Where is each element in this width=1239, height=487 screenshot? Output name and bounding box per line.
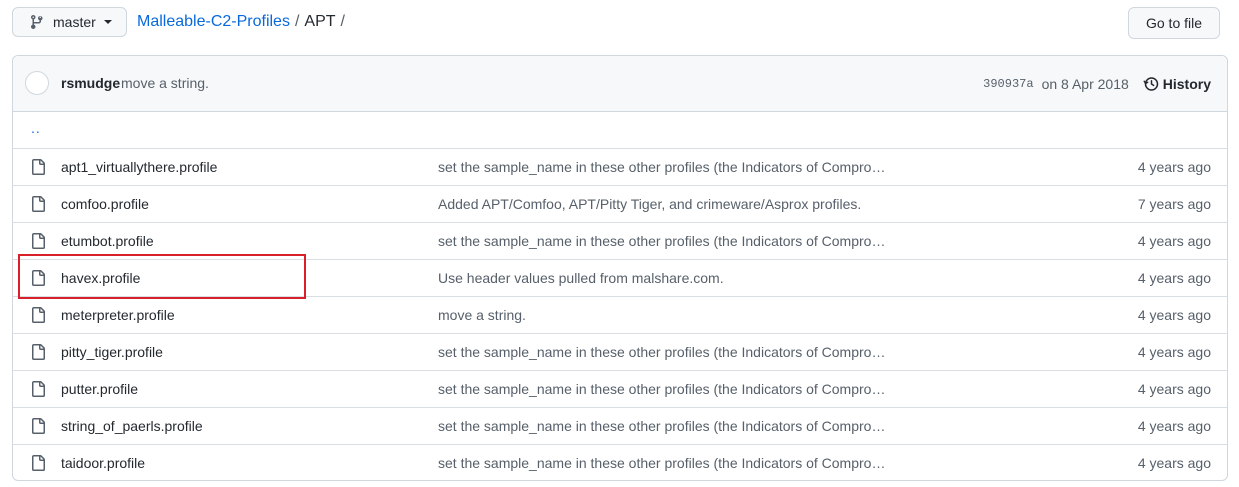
latest-commit-bar: rsmudge move a string. 390937a on 8 Apr … <box>13 56 1227 112</box>
file-name-link[interactable]: taidoor.profile <box>61 455 145 471</box>
file-icon <box>32 307 45 323</box>
file-commit-message[interactable]: Use header values pulled from malshare.c… <box>438 270 724 286</box>
file-name-link[interactable]: meterpreter.profile <box>61 307 175 323</box>
file-row[interactable]: havex.profile Use header values pulled fr… <box>13 259 1227 296</box>
file-icon <box>32 159 45 175</box>
breadcrumb-separator: / <box>294 13 300 30</box>
file-name-link[interactable]: string_of_paerls.profile <box>61 418 203 434</box>
file-commit-message[interactable]: Added APT/Comfoo, APT/Pitty Tiger, and c… <box>438 196 861 212</box>
branch-select-button[interactable]: master <box>12 7 127 37</box>
history-icon <box>1143 76 1159 91</box>
breadcrumb-repo-link[interactable]: Malleable-C2-Profiles <box>137 13 290 31</box>
file-commit-message[interactable]: set the sample_name in these other profi… <box>438 233 885 249</box>
file-row[interactable]: putter.profile set the sample_name in the… <box>13 370 1227 407</box>
branch-label: master <box>53 14 96 30</box>
go-to-file-button[interactable]: Go to file <box>1128 7 1220 39</box>
file-age: 4 years ago <box>1137 307 1211 323</box>
file-age: 4 years ago <box>1137 381 1211 397</box>
file-icon <box>32 196 45 212</box>
file-row[interactable]: string_of_paerls.profile set the sample_n… <box>13 407 1227 444</box>
history-label: History <box>1162 75 1211 92</box>
file-age: 4 years ago <box>1137 455 1211 471</box>
file-name-link[interactable]: comfoo.profile <box>61 196 149 212</box>
file-age: 4 years ago <box>1137 418 1211 434</box>
file-name-link[interactable]: putter.profile <box>61 381 138 397</box>
commit-sha[interactable]: 390937a <box>983 77 1033 91</box>
file-commit-message[interactable]: set the sample_name in these other profi… <box>438 418 885 434</box>
file-row[interactable]: meterpreter.profile move a string. 4 years… <box>13 296 1227 333</box>
file-commit-message[interactable]: set the sample_name in these other profi… <box>438 159 885 175</box>
commit-author[interactable]: rsmudge <box>61 75 120 91</box>
file-icon <box>32 344 45 360</box>
avatar[interactable] <box>25 71 49 95</box>
file-age: 4 years ago <box>1137 159 1211 175</box>
parent-directory-row[interactable]: .. <box>13 112 1227 148</box>
file-name-link[interactable]: etumbot.profile <box>61 233 154 249</box>
commit-meta: 390937a on 8 Apr 2018 History <box>983 56 1211 111</box>
history-link[interactable]: History <box>1143 76 1211 92</box>
file-row[interactable]: pitty_tiger.profile set the sample_name i… <box>13 333 1227 370</box>
file-name-link[interactable]: apt1_virtuallythere.profile <box>61 159 217 175</box>
file-age: 4 years ago <box>1137 270 1211 286</box>
file-age: 4 years ago <box>1137 233 1211 249</box>
file-icon <box>32 270 45 286</box>
file-row[interactable]: etumbot.profile set the sample_name in th… <box>13 222 1227 259</box>
repo-toolbar: master Malleable-C2-Profiles / APT / Go … <box>12 7 1220 39</box>
file-commit-message[interactable]: set the sample_name in these other profi… <box>438 455 885 471</box>
breadcrumb-separator: / <box>340 13 345 30</box>
file-commit-message[interactable]: set the sample_name in these other profi… <box>438 381 885 397</box>
breadcrumb: Malleable-C2-Profiles / APT / <box>137 7 350 37</box>
chevron-down-icon <box>103 20 112 24</box>
file-row[interactable]: apt1_virtuallythere.profile set the sampl… <box>13 148 1227 185</box>
file-icon <box>32 455 45 471</box>
file-commit-message[interactable]: set the sample_name in these other profi… <box>438 344 885 360</box>
file-browser: rsmudge move a string. 390937a on 8 Apr … <box>12 55 1228 481</box>
file-age: 4 years ago <box>1137 344 1211 360</box>
branch-icon <box>30 15 43 30</box>
file-list: apt1_virtuallythere.profileset the sampl… <box>13 148 1227 480</box>
parent-directory-link[interactable]: .. <box>31 120 41 136</box>
commit-date: on 8 Apr 2018 <box>1041 75 1129 92</box>
file-icon <box>32 381 45 397</box>
file-age: 7 years ago <box>1137 196 1211 212</box>
file-icon <box>32 233 45 249</box>
file-icon <box>32 418 45 434</box>
file-row[interactable]: taidoor.profile set the sample_name in th… <box>13 444 1227 480</box>
file-row[interactable]: comfoo.profile Added APT/Comfoo, APT/Pitt… <box>13 185 1227 222</box>
breadcrumb-current-folder: APT <box>304 13 336 30</box>
file-name-link[interactable]: havex.profile <box>61 270 140 286</box>
file-name-link[interactable]: pitty_tiger.profile <box>61 344 163 360</box>
file-commit-message[interactable]: move a string. <box>438 307 526 323</box>
commit-message[interactable]: move a string. <box>121 75 209 91</box>
